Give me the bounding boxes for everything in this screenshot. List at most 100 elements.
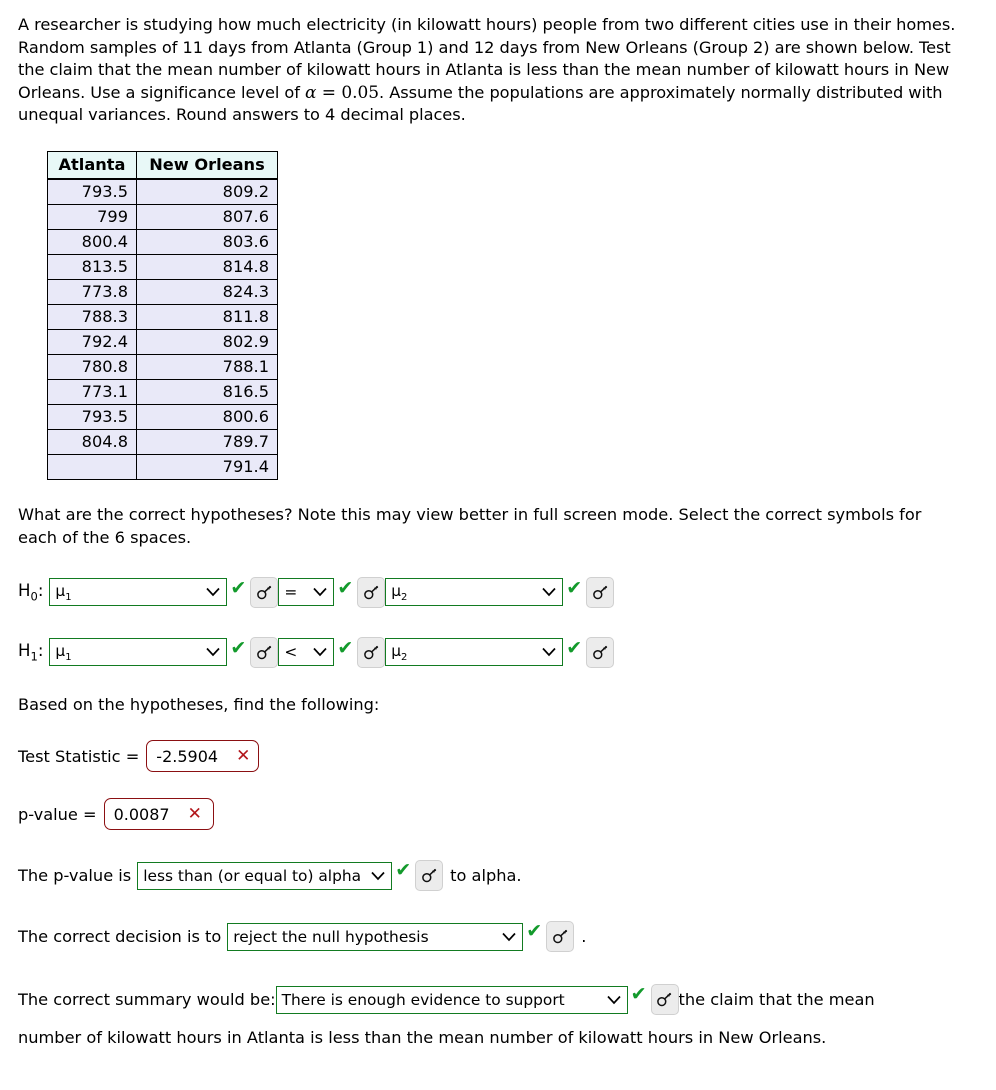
chevron-down-icon [313,648,327,657]
h0-param2-value: μ2 [391,581,408,603]
cell-new-orleans: 811.8 [136,303,278,330]
p-value-label: p-value = [18,804,97,824]
decision-select[interactable]: reject the null hypothesis [227,922,524,951]
summary-line-2: number of kilowatt hours in Atlanta is l… [18,1028,827,1048]
table-row: 773.1 816.5 [47,378,278,405]
chevron-down-icon [542,588,556,597]
chevron-down-icon [607,995,621,1004]
summary-select[interactable]: There is enough evidence to support [275,985,628,1014]
h0-param2-select[interactable]: μ2 [385,578,564,607]
table-row: 788.3 811.8 [47,303,278,330]
h0-param1-value: μ1 [55,581,72,603]
alpha-symbol: α [305,82,317,103]
cell-atlanta: 773.1 [47,378,137,405]
chevron-down-icon [313,588,327,597]
h1-param2-key-button[interactable] [586,636,615,668]
cell-new-orleans: 788.1 [136,353,278,380]
summary-key-button[interactable] [650,984,679,1016]
h0-param1-correct-check: ✔ [230,576,247,599]
h1-operator-key-button[interactable] [357,636,386,668]
h0-operator-select[interactable]: = [278,578,335,607]
cell-new-orleans: 816.5 [136,378,278,405]
test-statistic-row: Test Statistic = -2.5904 ✕ [18,740,978,773]
summary-suffix: the claim that the mean [678,989,875,1009]
summary-block: The correct summary would be: There is e… [18,984,978,1053]
h0-operator-value: = [284,583,298,602]
key-icon [592,585,607,599]
h1-param2-correct-check: ✔ [566,636,583,659]
decision-prefix: The correct decision is to [18,927,222,947]
p-value-input[interactable]: 0.0087 ✕ [103,798,214,831]
cell-atlanta-empty [47,453,137,480]
chevron-down-icon [206,648,221,657]
summary-correct-check: ✔ [630,983,647,1006]
table-row: 813.5 814.8 [47,253,278,280]
table-row: 804.8 789.7 [47,428,278,455]
decision-value: reject the null hypothesis [233,927,429,946]
h1-param1-key-button[interactable] [250,636,279,668]
p-value-comparison-row: The p-value is less than (or equal to) a… [18,860,978,892]
table-row: 792.4 802.9 [47,328,278,355]
cell-atlanta: 792.4 [47,328,137,355]
h0-param1-select[interactable]: μ1 [49,578,228,607]
p-value-row: p-value = 0.0087 ✕ [18,798,978,831]
h0-operator-key-button[interactable] [357,576,386,608]
h1-param2-value: μ2 [391,641,408,663]
decision-row: The correct decision is to reject the nu… [18,920,978,953]
key-icon [552,929,567,944]
decision-key-button[interactable] [546,921,575,953]
h0-param2-key-button[interactable] [586,576,615,608]
cell-atlanta: 799 [47,203,137,230]
sample-data-table: Atlanta New Orleans 793.5 809.2 799 807.… [47,150,278,480]
cell-new-orleans: 824.3 [136,278,278,305]
cell-atlanta: 773.8 [47,278,137,305]
equals-glyph: = [321,82,336,103]
alpha-value: 0.05 [341,82,380,103]
column-header-atlanta: Atlanta [47,151,137,180]
summary-value: There is enough evidence to support [281,990,565,1009]
h1-label-sub: 1 [30,649,38,664]
incorrect-x-icon: ✕ [187,803,202,824]
h0-label-sub: 0 [30,589,38,604]
h1-operator-correct-check: ✔ [337,636,354,659]
decision-correct-check: ✔ [526,920,543,943]
h1-param1-select[interactable]: μ1 [49,638,228,667]
cell-new-orleans: 807.6 [136,203,278,230]
h1-operator-select[interactable]: < [278,638,335,667]
cell-atlanta: 793.5 [47,178,137,205]
data-table-wrapper: Atlanta New Orleans 793.5 809.2 799 807.… [47,150,978,480]
p-value-comparison-key-button[interactable] [415,860,444,892]
h1-param1-value: μ1 [55,641,72,663]
h0-param1-key-button[interactable] [250,576,279,608]
cell-atlanta: 800.4 [47,228,137,255]
key-icon [256,645,272,659]
key-icon [592,645,607,659]
decision-suffix: . [581,927,587,947]
h1-label-colon: : [37,641,44,660]
cell-atlanta: 780.8 [47,353,137,380]
h0-label: H0: [18,581,44,604]
test-statistic-input[interactable]: -2.5904 ✕ [146,740,260,773]
table-row: 793.5 809.2 [47,178,278,205]
p-value-comparison-select[interactable]: less than (or equal to) alpha [137,861,393,890]
cell-atlanta: 793.5 [47,403,137,430]
cell-new-orleans: 789.7 [136,428,278,455]
p-value-comparison-prefix: The p-value is [18,866,132,886]
h0-row: H0: μ1 ✔ = ✔ μ2 ✔ [18,575,978,609]
cell-new-orleans: 802.9 [136,328,278,355]
cell-new-orleans: 803.6 [136,228,278,255]
chevron-down-icon [542,648,556,657]
test-statistic-value: -2.5904 [156,746,219,766]
h0-operator-correct-check: ✔ [337,576,354,599]
cell-new-orleans: 814.8 [136,253,278,280]
p-value-value: 0.0087 [113,804,170,824]
table-row: 791.4 [47,453,278,480]
key-icon [421,868,436,883]
cell-new-orleans: 791.4 [136,453,278,480]
h1-param2-select[interactable]: μ2 [385,638,564,667]
problem-statement: A researcher is studying how much electr… [18,14,958,127]
cell-new-orleans: 800.6 [136,403,278,430]
cell-atlanta: 804.8 [47,428,137,455]
h0-label-colon: : [37,581,44,600]
cell-atlanta: 788.3 [47,303,137,330]
